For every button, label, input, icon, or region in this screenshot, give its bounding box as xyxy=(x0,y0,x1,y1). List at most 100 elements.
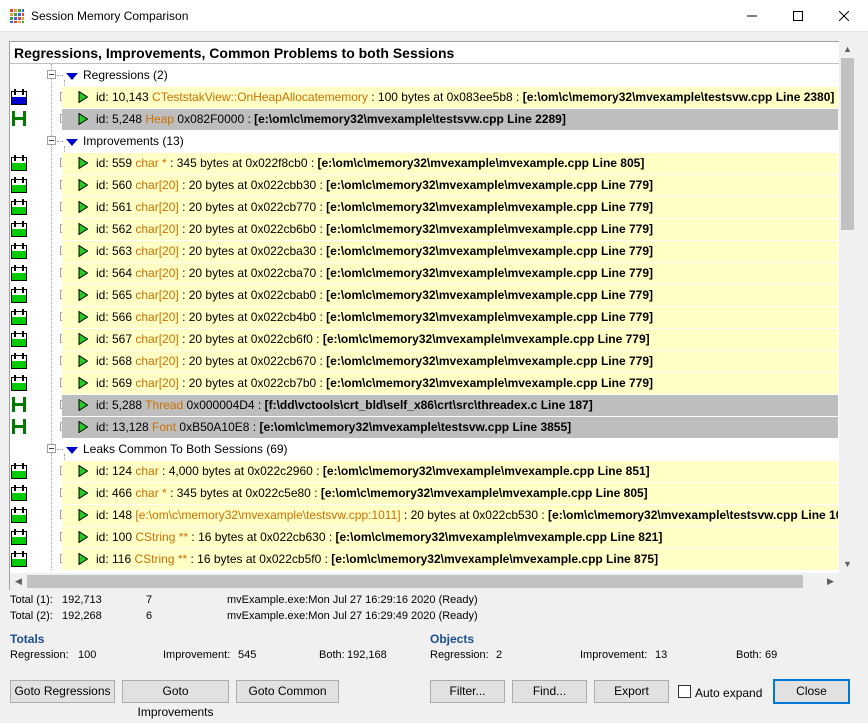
close-window-button[interactable] xyxy=(821,0,867,31)
go-to-source-icon[interactable] xyxy=(78,91,88,103)
leak-source-location: [e:\om\c\memory32\mvexample\mvexample.cp… xyxy=(326,244,653,258)
tree-expander[interactable] xyxy=(47,70,56,79)
go-to-source-icon[interactable] xyxy=(78,553,88,565)
leak-type: char[20] xyxy=(135,266,179,280)
totals-improvement-label: Improvement: xyxy=(163,649,231,661)
horizontal-scrollbar[interactable]: ◀ ▶ xyxy=(10,573,839,590)
filter-button[interactable]: Filter... xyxy=(430,680,505,703)
leak-source-location: [e:\om\c\memory32\mvexample\testsvw.cpp … xyxy=(548,508,838,522)
leak-entry-text: id: 568 char[20] : 20 bytes at 0x022cb67… xyxy=(96,354,653,368)
tree-expander[interactable] xyxy=(47,444,56,453)
go-to-source-icon[interactable] xyxy=(78,421,88,433)
go-to-source-icon[interactable] xyxy=(78,377,88,389)
go-to-source-icon[interactable] xyxy=(78,267,88,279)
go-to-source-icon[interactable] xyxy=(78,157,88,169)
go-to-source-icon[interactable] xyxy=(78,487,88,499)
leak-id: id: 466 xyxy=(96,486,136,500)
session1-label: Total (1): xyxy=(10,594,53,606)
tree-item-row[interactable]: id: 561 char[20] : 20 bytes at 0x022cb77… xyxy=(10,196,838,218)
tree-item-row[interactable]: id: 5,288 Thread 0x000004D4 : [f:\dd\vct… xyxy=(10,394,838,416)
leak-entry-text: id: 563 char[20] : 20 bytes at 0x022cba3… xyxy=(96,244,653,258)
close-button[interactable]: Close xyxy=(773,679,850,704)
vertical-scrollbar[interactable]: ▲ ▼ xyxy=(839,41,856,573)
goto-regressions-button[interactable]: Goto Regressions xyxy=(10,680,115,703)
leak-id: id: 569 xyxy=(96,376,136,390)
tree-item-row[interactable]: id: 566 char[20] : 20 bytes at 0x022cb4b… xyxy=(10,306,838,328)
scroll-down-icon[interactable]: ▼ xyxy=(839,556,856,573)
tree-item-row[interactable]: id: 563 char[20] : 20 bytes at 0x022cba3… xyxy=(10,240,838,262)
tree-item-row[interactable]: id: 100 CString ** : 16 bytes at 0x022cb… xyxy=(10,526,838,548)
export-button[interactable]: Export xyxy=(594,680,669,703)
goto-common-button[interactable]: Goto Common xyxy=(236,680,339,703)
tree-item-row[interactable]: id: 567 char[20] : 20 bytes at 0x022cb6f… xyxy=(10,328,838,350)
leak-icon xyxy=(11,507,27,523)
tree-item-row[interactable]: id: 568 char[20] : 20 bytes at 0x022cb67… xyxy=(10,350,838,372)
go-to-source-icon[interactable] xyxy=(78,201,88,213)
leak-icon xyxy=(11,353,27,369)
go-to-source-icon[interactable] xyxy=(78,531,88,543)
totals-both-label: Both: xyxy=(319,649,345,661)
leak-entry-text: id: 559 char * : 345 bytes at 0x022f8cb0… xyxy=(96,156,644,170)
go-to-source-icon[interactable] xyxy=(78,465,88,477)
go-to-source-icon[interactable] xyxy=(78,245,88,257)
leak-size-address: : 16 bytes at 0x022cb5f0 : xyxy=(187,552,332,566)
comparison-tree[interactable]: Regressions, Improvements, Common Proble… xyxy=(9,41,840,590)
go-to-source-icon[interactable] xyxy=(78,179,88,191)
tree-expander[interactable] xyxy=(47,136,56,145)
tree-item-row[interactable]: id: 564 char[20] : 20 bytes at 0x022cba7… xyxy=(10,262,838,284)
go-to-source-icon[interactable] xyxy=(78,509,88,521)
tree-item-row[interactable]: id: 13,128 Font 0xB50A10E8 : [e:\om\c\me… xyxy=(10,416,838,438)
leak-type: Thread xyxy=(145,398,184,412)
tree-group-row[interactable]: Regressions (2) xyxy=(10,64,838,86)
auto-expand-label[interactable]: Auto expand xyxy=(695,686,762,700)
go-to-source-icon[interactable] xyxy=(78,355,88,367)
tree-item-row[interactable]: id: 124 char : 4,000 bytes at 0x022c2960… xyxy=(10,460,838,482)
go-to-source-icon[interactable] xyxy=(78,289,88,301)
leak-icon xyxy=(11,199,27,215)
scroll-right-icon[interactable]: ▶ xyxy=(822,573,839,590)
collapse-triangle-icon[interactable] xyxy=(66,447,78,454)
leak-type: CTeststakView::OnHeapAllocatememory xyxy=(152,90,368,104)
go-to-source-icon[interactable] xyxy=(78,223,88,235)
tree-item-row[interactable]: id: 116 CString ** : 16 bytes at 0x022cb… xyxy=(10,548,838,570)
tree-group-row[interactable]: Leaks Common To Both Sessions (69) xyxy=(10,438,838,460)
leak-type: char[20] xyxy=(135,200,179,214)
collapse-triangle-icon[interactable] xyxy=(66,139,78,146)
go-to-source-icon[interactable] xyxy=(78,311,88,323)
auto-expand-checkbox[interactable] xyxy=(678,685,691,698)
tree-item-row[interactable]: id: 148 [e:\om\c\memory32\mvexample\test… xyxy=(10,504,838,526)
leak-source-location: [e:\om\c\memory32\mvexample\mvexample.cp… xyxy=(326,376,653,390)
leak-type: CString ** xyxy=(134,552,188,566)
tree-item-row[interactable]: id: 466 char * : 345 bytes at 0x022c5e80… xyxy=(10,482,838,504)
tree-item-row[interactable]: id: 10,143 CTeststakView::OnHeapAllocate… xyxy=(10,86,838,108)
horizontal-scroll-thumb[interactable] xyxy=(27,575,803,588)
leak-size-address: : 345 bytes at 0x022c5e80 : xyxy=(166,486,321,500)
tree-item-row[interactable]: id: 565 char[20] : 20 bytes at 0x022cbab… xyxy=(10,284,838,306)
minimize-button[interactable] xyxy=(729,0,775,31)
goto-improvements-button[interactable]: Goto Improvements xyxy=(122,680,229,719)
go-to-source-icon[interactable] xyxy=(78,333,88,345)
title-bar: Session Memory Comparison xyxy=(0,0,868,32)
vertical-scroll-thumb[interactable] xyxy=(841,58,854,230)
scroll-left-icon[interactable]: ◀ xyxy=(10,573,27,590)
tree-item-row[interactable]: id: 560 char[20] : 20 bytes at 0x022cbb3… xyxy=(10,174,838,196)
go-to-source-icon[interactable] xyxy=(78,399,88,411)
tree-item-row[interactable]: id: 5,248 Heap 0x082F0000 : [e:\om\c\mem… xyxy=(10,108,838,130)
go-to-source-icon[interactable] xyxy=(78,113,88,125)
leak-type: char[20] xyxy=(135,332,179,346)
tree-body: Regressions (2) id: 10,143 CTeststakView:… xyxy=(10,64,838,574)
leak-icon xyxy=(11,287,27,303)
find-button[interactable]: Find... xyxy=(512,680,587,703)
collapse-triangle-icon[interactable] xyxy=(66,73,78,80)
maximize-button[interactable] xyxy=(775,0,821,31)
tree-item-row[interactable]: id: 562 char[20] : 20 bytes at 0x022cb6b… xyxy=(10,218,838,240)
leak-size-address: : 20 bytes at 0x022cb670 : xyxy=(178,354,327,368)
tree-item-row[interactable]: id: 559 char * : 345 bytes at 0x022f8cb0… xyxy=(10,152,838,174)
leak-icon xyxy=(11,551,27,567)
tree-group-row[interactable]: Improvements (13) xyxy=(10,130,838,152)
scroll-up-icon[interactable]: ▲ xyxy=(839,41,856,58)
leak-size-address: 0x082F0000 : xyxy=(174,112,255,126)
session2-count: 6 xyxy=(146,610,153,622)
tree-item-row[interactable]: id: 569 char[20] : 20 bytes at 0x022cb7b… xyxy=(10,372,838,394)
objects-improvement-value: 13 xyxy=(655,649,668,661)
